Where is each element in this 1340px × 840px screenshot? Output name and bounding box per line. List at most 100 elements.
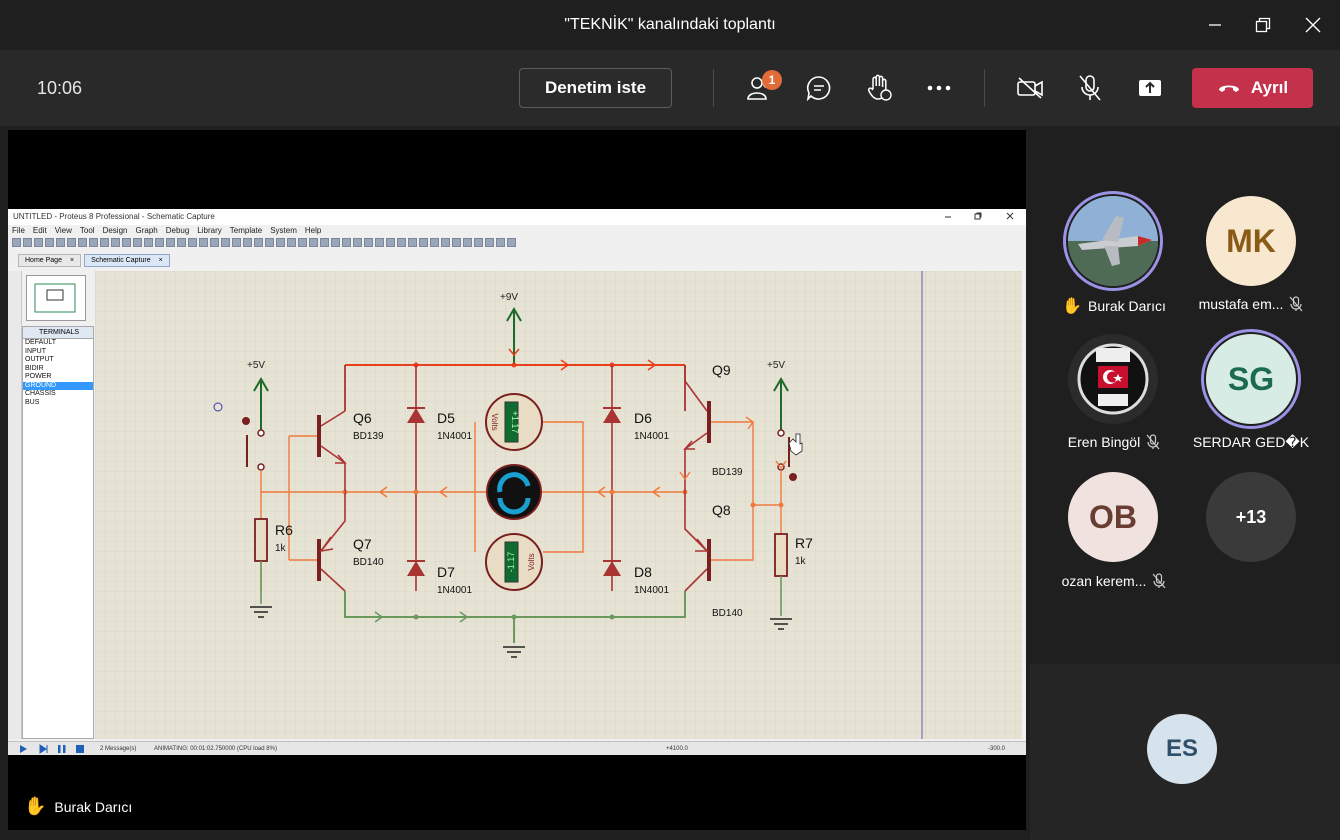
device-item[interactable]: DEFAULT [23, 339, 93, 348]
reactions-button[interactable] [860, 69, 898, 107]
device-item[interactable]: BUS [23, 399, 93, 408]
tool-icon[interactable] [320, 238, 329, 247]
avatar-mustafa[interactable]: MK [1206, 196, 1296, 286]
tool-icon[interactable] [485, 238, 494, 247]
tool-icon[interactable] [463, 238, 472, 247]
device-item[interactable]: BIDIR [23, 365, 93, 374]
tool-icon[interactable] [507, 238, 516, 247]
tool-icon[interactable] [177, 238, 186, 247]
tool-icon[interactable] [56, 238, 65, 247]
tool-icon[interactable] [221, 238, 230, 247]
microphone-toggle-button[interactable] [1071, 69, 1109, 107]
menu-template[interactable]: Template [230, 226, 262, 237]
schematic-canvas[interactable]: +9V +1.17 Volts -1.17 Volts +5V +5V Q6 B… [95, 271, 1022, 739]
tool-icon[interactable] [166, 238, 175, 247]
tool-icon[interactable] [452, 238, 461, 247]
device-item[interactable]: OUTPUT [23, 356, 93, 365]
tool-icon[interactable] [210, 238, 219, 247]
tool-icon[interactable] [89, 238, 98, 247]
tool-icon[interactable] [67, 238, 76, 247]
menu-graph[interactable]: Graph [135, 226, 157, 237]
tool-icon[interactable] [309, 238, 318, 247]
tool-icon[interactable] [375, 238, 384, 247]
avatar-ozan[interactable]: OB [1068, 472, 1158, 562]
request-control-button[interactable]: Denetim iste [519, 68, 672, 108]
avatar-eren[interactable] [1068, 334, 1158, 424]
tab-schematic-capture[interactable]: Schematic Capture × [84, 254, 170, 267]
proteus-mode-toolbar[interactable] [8, 271, 22, 739]
menu-system[interactable]: System [270, 226, 297, 237]
menu-file[interactable]: File [12, 226, 25, 237]
tool-icon[interactable] [386, 238, 395, 247]
tool-icon[interactable] [23, 238, 32, 247]
tool-icon[interactable] [419, 238, 428, 247]
tool-icon[interactable] [111, 238, 120, 247]
tool-icon[interactable] [12, 238, 21, 247]
tool-icon[interactable] [144, 238, 153, 247]
tool-icon[interactable] [155, 238, 164, 247]
tool-icon[interactable] [254, 238, 263, 247]
tool-icon[interactable] [122, 238, 131, 247]
tool-icon[interactable] [243, 238, 252, 247]
tool-icon[interactable] [441, 238, 450, 247]
tool-icon[interactable] [496, 238, 505, 247]
camera-toggle-button[interactable] [1011, 69, 1049, 107]
menu-tool[interactable]: Tool [80, 226, 95, 237]
club-crest-image [1068, 334, 1158, 424]
tool-icon[interactable] [353, 238, 362, 247]
tool-icon[interactable] [364, 238, 373, 247]
share-screen-button[interactable] [1131, 69, 1169, 107]
leave-meeting-button[interactable]: Ayrıl [1192, 68, 1313, 108]
device-item-selected[interactable]: GROUND [23, 381, 93, 390]
avatar-serdar[interactable]: SG [1206, 334, 1296, 424]
tool-icon[interactable] [342, 238, 351, 247]
self-view-avatar[interactable]: ES [1147, 714, 1217, 784]
tool-icon[interactable] [474, 238, 483, 247]
grid-background [95, 271, 1022, 739]
tool-icon[interactable] [188, 238, 197, 247]
tab-close-icon[interactable]: × [159, 257, 163, 264]
device-item[interactable]: POWER [23, 373, 93, 382]
tool-icon[interactable] [100, 238, 109, 247]
tool-icon[interactable] [45, 238, 54, 247]
menu-design[interactable]: Design [103, 226, 128, 237]
menu-edit[interactable]: Edit [33, 226, 47, 237]
tool-icon[interactable] [199, 238, 208, 247]
menu-library[interactable]: Library [197, 226, 221, 237]
device-item[interactable]: INPUT [23, 348, 93, 357]
tab-close-icon[interactable]: × [70, 257, 74, 264]
tool-icon[interactable] [78, 238, 87, 247]
tool-icon[interactable] [430, 238, 439, 247]
minimize-button[interactable] [1202, 12, 1228, 38]
status-messages[interactable]: 2 Message(s) [100, 746, 136, 752]
menu-help[interactable]: Help [305, 226, 321, 237]
tab-home-page[interactable]: Home Page × [18, 254, 82, 267]
overview-preview[interactable] [26, 275, 86, 321]
more-options-button[interactable] [920, 69, 958, 107]
tool-icon[interactable] [232, 238, 241, 247]
close-button[interactable] [1300, 12, 1326, 38]
proteus-minimize-icon [945, 216, 951, 218]
menu-view[interactable]: View [55, 226, 72, 237]
junction [609, 489, 615, 495]
menu-debug[interactable]: Debug [166, 226, 190, 237]
tool-icon[interactable] [276, 238, 285, 247]
tool-icon[interactable] [34, 238, 43, 247]
tool-icon[interactable] [298, 238, 307, 247]
tool-icon[interactable] [408, 238, 417, 247]
proteus-title-bar: UNTITLED - Proteus 8 Professional - Sche… [8, 209, 1026, 225]
tool-icon[interactable] [397, 238, 406, 247]
more-participants-button[interactable]: +13 [1206, 472, 1296, 562]
device-list-header: TERMINALS [23, 327, 93, 339]
restore-icon [1255, 17, 1271, 33]
tool-icon[interactable] [133, 238, 142, 247]
chat-button[interactable] [800, 69, 838, 107]
teams-meeting-window: "TEKNİK" kanalındaki toplantı 10:06 Dene… [0, 0, 1340, 840]
tool-icon[interactable] [265, 238, 274, 247]
tool-icon[interactable] [331, 238, 340, 247]
toolbar-divider [984, 69, 985, 107]
maximize-button[interactable] [1250, 12, 1276, 38]
tool-icon[interactable] [287, 238, 296, 247]
device-item[interactable]: CHASSIS [23, 390, 93, 399]
avatar-burak[interactable] [1068, 196, 1158, 286]
